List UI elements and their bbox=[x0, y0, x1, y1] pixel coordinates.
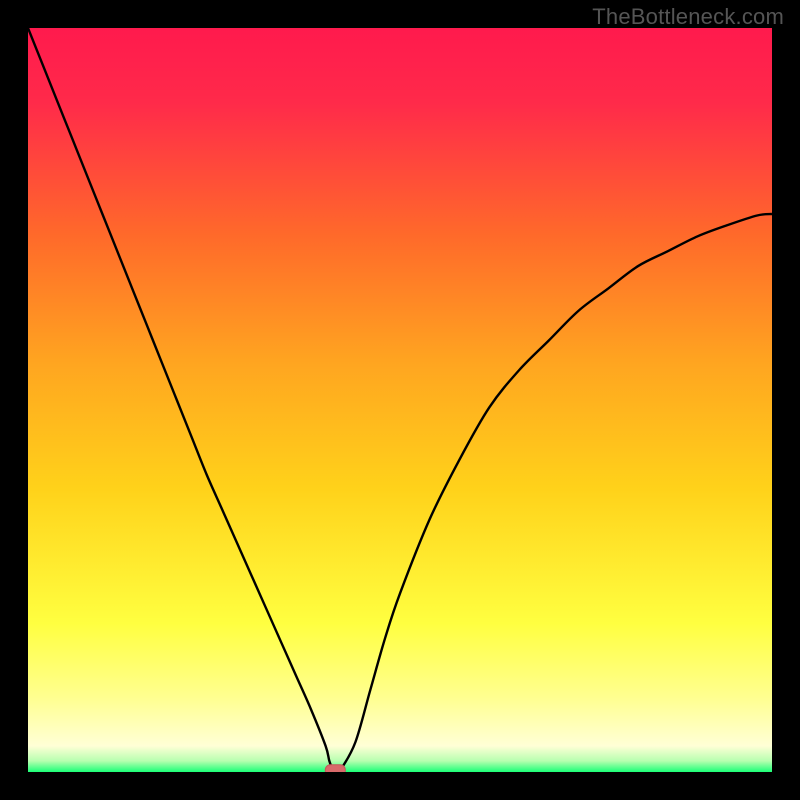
watermark-text: TheBottleneck.com bbox=[592, 4, 784, 30]
chart-svg bbox=[28, 28, 772, 772]
optimal-marker bbox=[325, 765, 345, 772]
chart-frame: TheBottleneck.com bbox=[0, 0, 800, 800]
plot-area bbox=[28, 28, 772, 772]
gradient-background bbox=[28, 28, 772, 772]
